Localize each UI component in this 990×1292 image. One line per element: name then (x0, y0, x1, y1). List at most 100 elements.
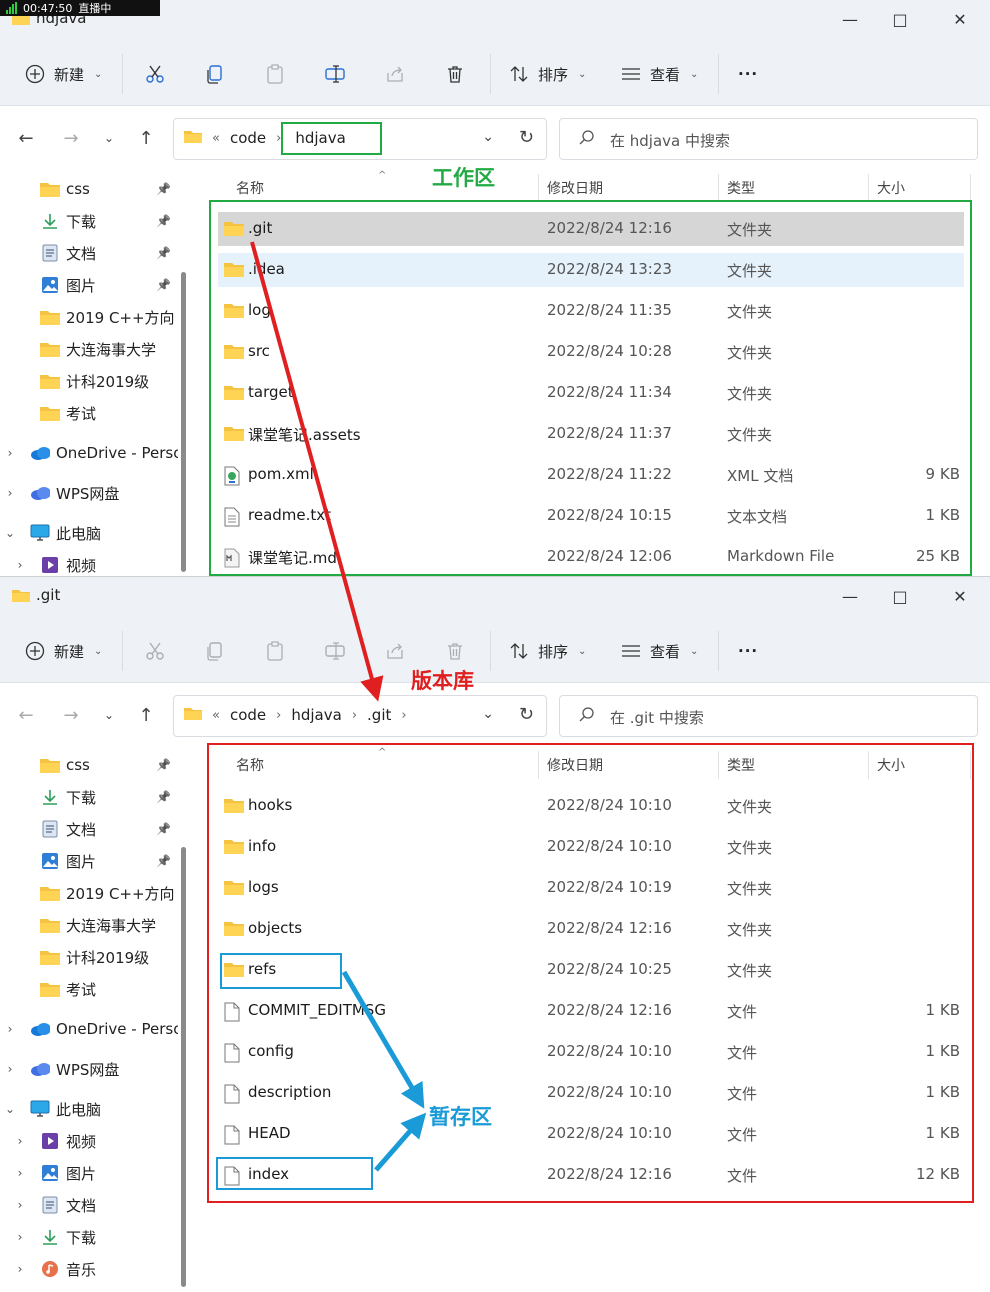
sidebar-scrollbar[interactable] (181, 847, 186, 1287)
column-divider[interactable] (970, 751, 971, 779)
copy-button[interactable] (204, 60, 226, 88)
minimize-button[interactable]: — (830, 583, 870, 609)
view-button[interactable]: 查看 ⌄ (620, 637, 698, 665)
breadcrumb-item-code[interactable]: code (230, 129, 266, 147)
file-row[interactable]: config 2022/8/24 10:10 文件 1 KB (218, 1035, 964, 1069)
column-divider[interactable] (868, 751, 869, 779)
column-header-name[interactable]: 名称 (236, 178, 264, 200)
column-divider[interactable] (718, 751, 719, 779)
search-box[interactable]: 在 .git 中搜索 (559, 695, 978, 737)
sidebar-item-大连海事大学[interactable]: 大连海事大学 (0, 335, 178, 363)
chevron-right-icon[interactable]: › (14, 558, 26, 572)
delete-button[interactable] (444, 60, 466, 88)
close-button[interactable]: ✕ (940, 6, 980, 32)
file-row[interactable]: target 2022/8/24 11:34 文件夹 (218, 376, 964, 410)
sidebar-item-视频[interactable]: › 视频 (0, 551, 178, 578)
column-header-size[interactable]: 大小 (877, 178, 905, 200)
column-header-type[interactable]: 类型 (727, 755, 755, 777)
file-row[interactable]: logs 2022/8/24 10:19 文件夹 (218, 871, 964, 905)
file-row[interactable]: objects 2022/8/24 12:16 文件夹 (218, 912, 964, 946)
sidebar-item-计科2019级[interactable]: 计科2019级 (0, 943, 178, 971)
sidebar-item-下载[interactable]: › 下载 (0, 1223, 178, 1251)
share-button[interactable] (384, 637, 406, 665)
delete-button[interactable] (444, 637, 466, 665)
sidebar-item-图片[interactable]: 图片 📌 (0, 271, 178, 299)
share-button[interactable] (384, 60, 406, 88)
column-divider[interactable] (538, 174, 539, 202)
file-row[interactable]: .git 2022/8/24 12:16 文件夹 (218, 212, 964, 246)
rename-button[interactable] (324, 637, 346, 665)
chevron-down-icon[interactable]: ⌄ (4, 526, 16, 540)
maximize-button[interactable]: □ (880, 583, 920, 609)
address-dropdown-chevron-icon[interactable]: ⌄ (482, 129, 494, 145)
breadcrumb-item-git[interactable]: .git (367, 706, 391, 724)
column-header-date-modified[interactable]: 修改日期 (547, 178, 603, 200)
file-row[interactable]: src 2022/8/24 10:28 文件夹 (218, 335, 964, 369)
file-row[interactable]: readme.txt 2022/8/24 10:15 文本文档 1 KB (218, 499, 964, 533)
refresh-icon[interactable]: ↻ (519, 127, 534, 148)
column-divider[interactable] (868, 174, 869, 202)
sidebar-item-css[interactable]: css 📌 (0, 175, 178, 203)
view-button[interactable]: 查看 ⌄ (620, 60, 698, 88)
search-box[interactable]: 在 hdjava 中搜索 (559, 118, 978, 160)
sidebar-item-文档[interactable]: › 文档 (0, 1191, 178, 1219)
sidebar-item-下载[interactable]: 下载 📌 (0, 207, 178, 235)
sidebar-item-文档[interactable]: 文档 📌 (0, 239, 178, 267)
sidebar-item-考试[interactable]: 考试 (0, 975, 178, 1003)
chevron-right-icon[interactable]: › (4, 446, 16, 460)
address-dropdown-chevron-icon[interactable]: ⌄ (482, 706, 494, 722)
maximize-button[interactable]: □ (880, 6, 920, 32)
column-header-size[interactable]: 大小 (877, 755, 905, 777)
rename-button[interactable] (324, 60, 346, 88)
column-divider[interactable] (538, 751, 539, 779)
sidebar-item-2019-c++方向[interactable]: 2019 C++方向 (0, 879, 178, 907)
more-options-button[interactable]: ··· (738, 60, 758, 88)
forward-arrow-icon[interactable]: → (59, 703, 83, 727)
breadcrumb-overflow[interactable]: « (212, 708, 220, 723)
chevron-right-icon[interactable]: › (14, 1166, 26, 1180)
sidebar-item-wps网盘[interactable]: › WPS网盘 (0, 1055, 178, 1083)
chevron-right-icon[interactable]: › (14, 1198, 26, 1212)
file-row[interactable]: 课堂笔记.md 2022/8/24 12:06 Markdown File 25 KB (218, 540, 964, 574)
breadcrumb-item-code[interactable]: code (230, 706, 266, 724)
sort-button[interactable]: 排序 ⌄ (508, 637, 586, 665)
file-row[interactable]: refs 2022/8/24 10:25 文件夹 (218, 953, 964, 987)
file-row[interactable]: HEAD 2022/8/24 10:10 文件 1 KB (218, 1117, 964, 1151)
sidebar-item-大连海事大学[interactable]: 大连海事大学 (0, 911, 178, 939)
sidebar-item-视频[interactable]: › 视频 (0, 1127, 178, 1155)
sidebar-item-计科2019级[interactable]: 计科2019级 (0, 367, 178, 395)
breadcrumb-overflow[interactable]: « (212, 131, 220, 146)
chevron-right-icon[interactable]: › (4, 1022, 16, 1036)
new-button[interactable]: 新建 ⌄ (24, 637, 102, 665)
sidebar-item-onedrive---perso[interactable]: › OneDrive - Perso (0, 439, 178, 467)
recent-locations-chevron-icon[interactable]: ⌄ (97, 126, 121, 150)
up-arrow-icon[interactable]: ↑ (134, 126, 158, 150)
forward-arrow-icon[interactable]: → (59, 126, 83, 150)
file-row[interactable]: description 2022/8/24 10:10 文件 1 KB (218, 1076, 964, 1110)
sidebar-item-wps网盘[interactable]: › WPS网盘 (0, 479, 178, 507)
sidebar-scrollbar[interactable] (181, 272, 186, 572)
sidebar-item-css[interactable]: css 📌 (0, 751, 178, 779)
minimize-button[interactable]: — (830, 6, 870, 32)
column-header-date-modified[interactable]: 修改日期 (547, 755, 603, 777)
column-divider[interactable] (970, 174, 971, 202)
sidebar-item-2019-c++方向[interactable]: 2019 C++方向 (0, 303, 178, 331)
up-arrow-icon[interactable]: ↑ (134, 703, 158, 727)
sidebar-item-此电脑[interactable]: ⌄ 此电脑 (0, 1095, 178, 1123)
back-arrow-icon[interactable]: ← (14, 126, 38, 150)
chevron-right-icon[interactable]: › (14, 1134, 26, 1148)
column-divider[interactable] (718, 174, 719, 202)
paste-button[interactable] (264, 60, 286, 88)
breadcrumb-item-hdjava[interactable]: hdjava (295, 129, 345, 147)
file-row[interactable]: 课堂笔记.assets 2022/8/24 11:37 文件夹 (218, 417, 964, 451)
sort-button[interactable]: 排序 ⌄ (508, 60, 586, 88)
close-button[interactable]: ✕ (940, 583, 980, 609)
column-header-name[interactable]: 名称 (236, 755, 264, 777)
column-header-type[interactable]: 类型 (727, 178, 755, 200)
more-options-button[interactable]: ··· (738, 637, 758, 665)
address-bar[interactable]: « code › hdjava ⌄ ↻ (173, 118, 547, 160)
chevron-right-icon[interactable]: › (14, 1230, 26, 1244)
sidebar-item-文档[interactable]: 文档 📌 (0, 815, 178, 843)
sidebar-item-音乐[interactable]: › 音乐 (0, 1255, 178, 1283)
file-row[interactable]: index 2022/8/24 12:16 文件 12 KB (218, 1158, 964, 1192)
